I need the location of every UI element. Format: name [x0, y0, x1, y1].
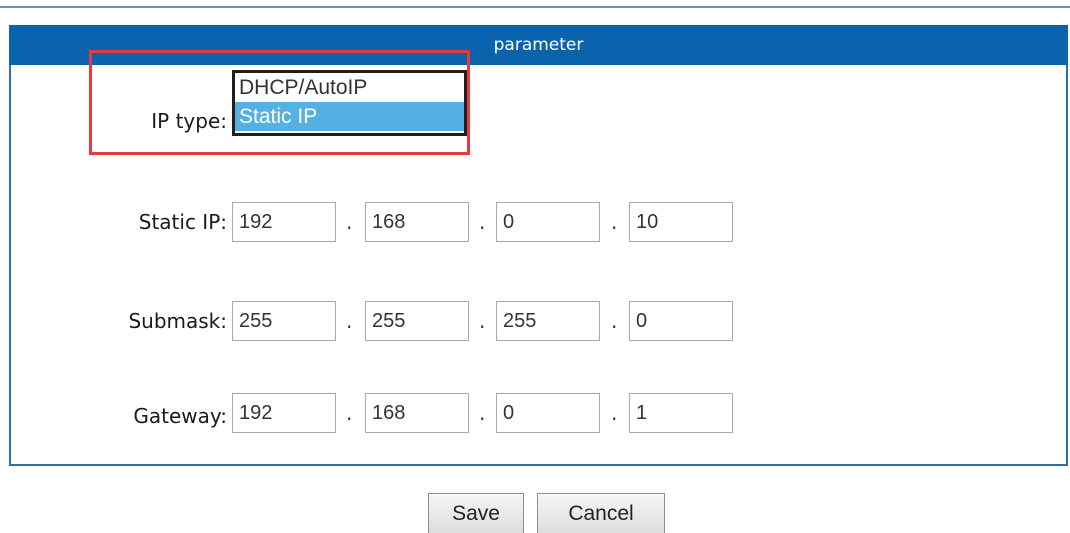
- gateway-octet-4[interactable]: [629, 393, 733, 433]
- submask-dot-3: .: [611, 309, 618, 333]
- submask-octet-4[interactable]: [629, 301, 733, 341]
- top-divider: [0, 6, 1070, 8]
- submask-label: Submask:: [128, 309, 227, 333]
- static-ip-dot-1: .: [346, 210, 353, 234]
- gateway-dot-2: .: [479, 401, 486, 425]
- annotation-highlight-box: [89, 50, 470, 155]
- static-ip-octet-1[interactable]: [232, 202, 336, 242]
- static-ip-octet-2[interactable]: [365, 202, 469, 242]
- cancel-button[interactable]: Cancel: [537, 493, 665, 533]
- gateway-dot-3: .: [611, 401, 618, 425]
- static-ip-label: Static IP:: [138, 210, 227, 234]
- gateway-octet-2[interactable]: [365, 393, 469, 433]
- panel-title: parameter: [493, 35, 584, 55]
- submask-dot-2: .: [479, 309, 486, 333]
- submask-dot-1: .: [346, 309, 353, 333]
- submask-octet-1[interactable]: [232, 301, 336, 341]
- submask-octet-2[interactable]: [365, 301, 469, 341]
- static-ip-dot-3: .: [611, 210, 618, 234]
- static-ip-octet-3[interactable]: [496, 202, 600, 242]
- static-ip-octet-4[interactable]: [629, 202, 733, 242]
- gateway-octet-3[interactable]: [496, 393, 600, 433]
- gateway-octet-1[interactable]: [232, 393, 336, 433]
- save-button[interactable]: Save: [428, 493, 524, 533]
- submask-octet-3[interactable]: [496, 301, 600, 341]
- gateway-dot-1: .: [346, 401, 353, 425]
- static-ip-dot-2: .: [479, 210, 486, 234]
- gateway-label: Gateway:: [133, 404, 227, 428]
